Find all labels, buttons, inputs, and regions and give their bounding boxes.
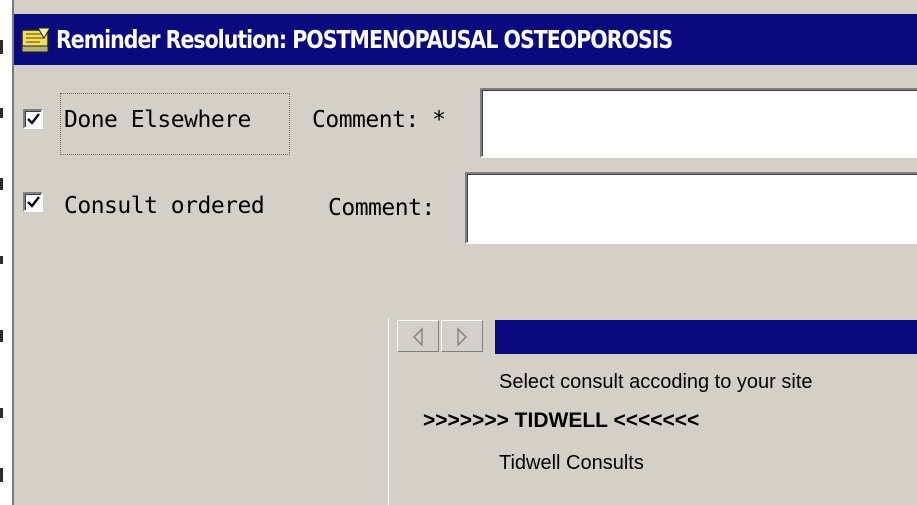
- consult-ordered-label[interactable]: Consult ordered: [64, 193, 265, 219]
- consult-option-tidwell[interactable]: Tidwell Consults: [499, 452, 644, 475]
- title-bar[interactable]: Reminder Resolution: POSTMENOPAUSAL OSTE…: [14, 14, 917, 65]
- nav-button-group: [397, 320, 495, 354]
- done-elsewhere-checkbox[interactable]: [23, 109, 43, 129]
- comment-label: Comment:: [328, 195, 435, 221]
- consult-ordered-checkbox[interactable]: [23, 192, 43, 212]
- next-button[interactable]: [441, 320, 483, 352]
- checkmark-icon: [27, 113, 40, 125]
- instruction-text: Select consult accoding to your site: [499, 371, 813, 393]
- comment-label-required: Comment: *: [312, 107, 446, 133]
- background-strip: [0, 0, 12, 505]
- previous-button[interactable]: [397, 320, 439, 352]
- site-heading: >>>>>>> TIDWELL <<<<<<<: [423, 409, 700, 432]
- done-elsewhere-label[interactable]: Done Elsewhere: [64, 107, 251, 133]
- checkmark-icon: [27, 196, 40, 208]
- triangle-right-icon: [457, 327, 467, 347]
- consult-ordered-comment-field[interactable]: [465, 172, 917, 244]
- window-title: Reminder Resolution: POSTMENOPAUSAL OSTE…: [56, 25, 673, 54]
- reminder-resolution-dialog: Reminder Resolution: POSTMENOPAUSAL OSTE…: [12, 0, 917, 505]
- notebook-icon: [21, 27, 51, 53]
- done-elsewhere-comment-field[interactable]: [480, 88, 917, 158]
- subpanel-title-bar: [495, 320, 917, 354]
- triangle-left-icon: [413, 327, 423, 347]
- consult-subpanel: Select consult accoding to your site >>>…: [388, 318, 917, 505]
- subpanel-header: [389, 318, 917, 358]
